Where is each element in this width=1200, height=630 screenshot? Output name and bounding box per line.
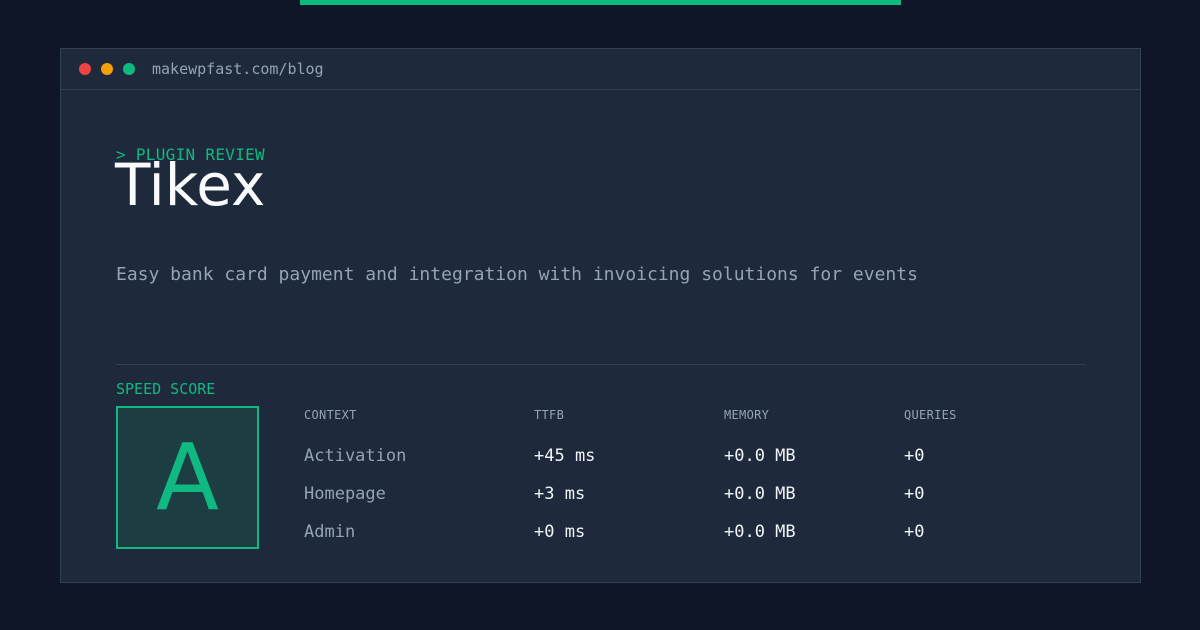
row-admin-ttfb: +0 ms: [534, 522, 586, 542]
column-header-queries: QUERIES: [904, 408, 957, 422]
speed-score-label: SPEED SCORE: [116, 380, 216, 398]
row-homepage-ttfb: +3 ms: [534, 484, 586, 504]
row-activation-ttfb: +45 ms: [534, 446, 596, 466]
row-admin-queries: +0: [904, 522, 925, 542]
url-text: makewpfast.com/blog: [152, 60, 324, 78]
page-title: Tikex: [115, 151, 266, 219]
browser-window: makewpfast.com/blog > PLUGIN REVIEW Tike…: [60, 48, 1141, 583]
plugin-description: Easy bank card payment and integration w…: [116, 264, 918, 285]
row-activation-queries: +0: [904, 446, 925, 466]
row-homepage-context: Homepage: [304, 484, 386, 504]
column-header-context: CONTEXT: [304, 408, 357, 422]
maximize-dot-icon[interactable]: [123, 63, 135, 75]
row-admin-context: Admin: [304, 522, 356, 542]
top-accent-bar: [300, 0, 901, 5]
column-header-memory: MEMORY: [724, 408, 770, 422]
window-titlebar: makewpfast.com/blog: [61, 49, 1140, 90]
speed-grade-box: A: [116, 406, 259, 549]
close-dot-icon[interactable]: [79, 63, 91, 75]
row-homepage-queries: +0: [904, 484, 925, 504]
row-activation-context: Activation: [304, 446, 407, 466]
column-header-ttfb: TTFB: [534, 408, 565, 422]
row-homepage-memory: +0.0 MB: [724, 484, 796, 504]
minimize-dot-icon[interactable]: [101, 63, 113, 75]
speed-grade: A: [156, 423, 219, 531]
divider: [116, 364, 1085, 365]
row-admin-memory: +0.0 MB: [724, 522, 796, 542]
row-activation-memory: +0.0 MB: [724, 446, 796, 466]
